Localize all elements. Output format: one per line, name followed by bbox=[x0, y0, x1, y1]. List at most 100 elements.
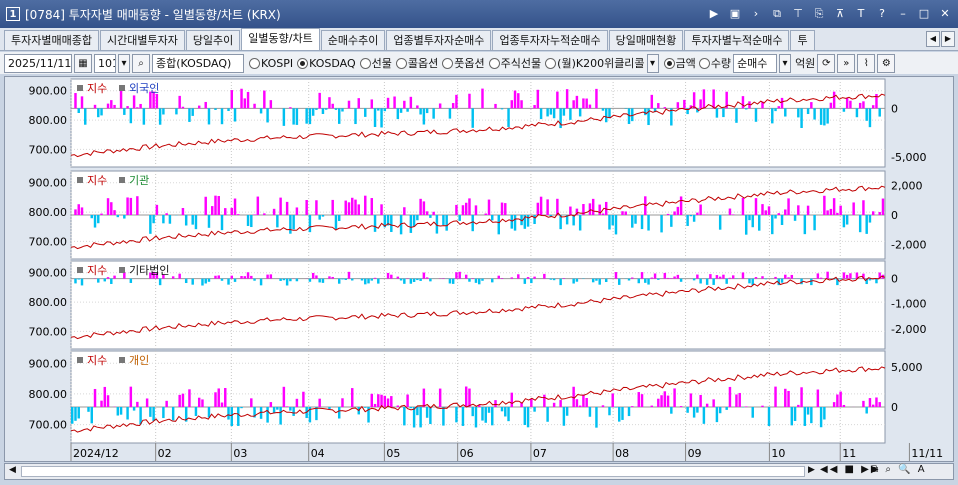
bar bbox=[803, 407, 807, 426]
bar bbox=[539, 196, 543, 215]
market-radio-1[interactable]: KOSDAQ bbox=[297, 55, 356, 71]
maximize-icon[interactable]: □ bbox=[917, 6, 931, 21]
tab-8[interactable]: 투자자별누적순매수 bbox=[684, 30, 790, 50]
bar bbox=[578, 215, 582, 231]
chart-area[interactable]: 900.00 800.00 700.00 0 -5,000 지수 외국인 900.00 800.… bbox=[4, 76, 954, 462]
tab-6[interactable]: 업종투자자누적순매수 bbox=[492, 30, 608, 50]
bar bbox=[549, 108, 553, 115]
scroll-right-icon[interactable]: ▶ bbox=[808, 465, 815, 475]
bar bbox=[530, 398, 533, 407]
market-radio-4[interactable]: 풋옵션 bbox=[442, 55, 485, 71]
bar bbox=[246, 91, 250, 109]
bar bbox=[650, 277, 654, 279]
bar bbox=[829, 102, 833, 109]
search-icon[interactable]: ⌕ bbox=[132, 53, 150, 73]
calendar-icon[interactable]: ▦ bbox=[74, 53, 92, 73]
bar bbox=[442, 215, 445, 226]
tab-0[interactable]: 투자자별매매종합 bbox=[4, 30, 99, 50]
bar bbox=[230, 407, 233, 427]
tab-5[interactable]: 업종별투자자순매수 bbox=[386, 30, 492, 50]
scroll-thumb[interactable] bbox=[21, 466, 805, 477]
market-radio-5[interactable]: 주식선물 bbox=[488, 55, 541, 71]
x-tick-label: 08 bbox=[615, 447, 629, 460]
bar bbox=[158, 278, 162, 286]
chevron-icon[interactable]: › bbox=[749, 6, 763, 21]
bar bbox=[110, 278, 113, 284]
minimize-icon[interactable]: – bbox=[896, 6, 910, 21]
copy-icon[interactable]: ⎘ bbox=[812, 6, 826, 21]
bar bbox=[484, 213, 487, 215]
refresh-icon[interactable]: ⟳ bbox=[817, 53, 836, 73]
bar bbox=[608, 108, 611, 119]
pin-icon[interactable]: ⊤ bbox=[791, 6, 805, 21]
right-tick-label: -5,000 bbox=[891, 151, 926, 164]
legend-swatch bbox=[77, 177, 83, 183]
link-icon[interactable]: ⧉ bbox=[770, 6, 784, 21]
investor-chart[interactable]: 900.00 800.00 700.00 0 -5,000 지수 외국인 900.00 800.… bbox=[5, 77, 955, 463]
code-input[interactable]: 101 bbox=[94, 53, 116, 73]
unit-radio-0[interactable]: 금액 bbox=[663, 55, 696, 71]
chevron-down-icon[interactable]: ▾ bbox=[118, 53, 130, 73]
bar bbox=[692, 215, 696, 222]
tab-scroll-right-icon[interactable]: ▶ bbox=[941, 31, 955, 47]
bar bbox=[741, 96, 745, 109]
unit-radio-1[interactable]: 수량 bbox=[698, 55, 731, 71]
tab-scroll-left-icon[interactable]: ◀ bbox=[926, 31, 940, 47]
bar bbox=[305, 108, 308, 124]
forward-icon[interactable]: » bbox=[837, 53, 856, 73]
chevron-down-icon[interactable]: ▾ bbox=[779, 53, 792, 73]
memo-icon[interactable]: ▣ bbox=[728, 6, 742, 21]
bar bbox=[657, 398, 660, 407]
market-radio-3[interactable]: 콜옵션 bbox=[395, 55, 438, 71]
scroll-left-icon[interactable]: ◀ bbox=[9, 465, 16, 475]
bar bbox=[126, 106, 129, 109]
gear-icon[interactable]: ⚙ bbox=[877, 53, 896, 73]
view-controls[interactable]: ⧉ ⌕ 🔍 A bbox=[871, 464, 927, 475]
bar bbox=[744, 215, 748, 235]
right-tick-label: 0 bbox=[891, 401, 898, 414]
bar bbox=[272, 208, 276, 215]
bar bbox=[184, 215, 188, 226]
bar bbox=[409, 215, 413, 233]
bar bbox=[448, 108, 452, 119]
bar bbox=[364, 278, 367, 285]
market-radio-0[interactable]: KOSPI bbox=[249, 55, 293, 71]
date-input[interactable]: 2025/11/11 bbox=[4, 53, 72, 73]
help-icon[interactable]: ? bbox=[875, 6, 889, 21]
bar bbox=[640, 394, 644, 407]
bar bbox=[197, 105, 201, 109]
market-radio-6[interactable]: (월)K200위클리콜 bbox=[545, 55, 645, 71]
chart-scrollbar[interactable]: ◀ ▶ ◀◀ ■ ▶▶ ⧉ ⌕ 🔍 A bbox=[4, 463, 954, 480]
text-icon[interactable]: T bbox=[854, 6, 868, 21]
bar bbox=[201, 399, 204, 407]
bar bbox=[517, 274, 520, 279]
keep-top-icon[interactable]: ⊼ bbox=[833, 6, 847, 21]
tab-3[interactable]: 일별동향/차트 bbox=[241, 28, 320, 50]
bar bbox=[771, 215, 774, 235]
bar bbox=[679, 406, 683, 407]
bar bbox=[422, 272, 426, 279]
legend-swatch bbox=[77, 357, 83, 363]
close-icon[interactable]: ✕ bbox=[938, 6, 952, 21]
tab-4[interactable]: 순매수추이 bbox=[320, 30, 386, 50]
tab-1[interactable]: 시간대별투자자 bbox=[99, 30, 185, 50]
type-select[interactable]: 순매수 bbox=[733, 53, 778, 73]
chart-icon[interactable]: ⌇ bbox=[857, 53, 876, 73]
bar bbox=[416, 407, 419, 416]
bar bbox=[826, 271, 829, 279]
market-radio-2[interactable]: 선물 bbox=[359, 55, 392, 71]
bar bbox=[390, 396, 393, 407]
tab-9[interactable]: 투 bbox=[790, 30, 815, 50]
bar bbox=[797, 205, 800, 215]
tab-7[interactable]: 당일매매현황 bbox=[608, 30, 684, 50]
bar bbox=[696, 212, 699, 215]
chevron-down-icon[interactable]: ▾ bbox=[646, 53, 659, 73]
play-icon[interactable]: ▶ bbox=[707, 6, 721, 21]
bar bbox=[699, 99, 702, 109]
tab-2[interactable]: 당일추이 bbox=[185, 30, 241, 50]
left-tick-label: 800.00 bbox=[29, 296, 68, 309]
bar bbox=[881, 198, 885, 215]
bar bbox=[347, 100, 351, 109]
bar bbox=[149, 215, 152, 234]
bar bbox=[259, 278, 263, 286]
